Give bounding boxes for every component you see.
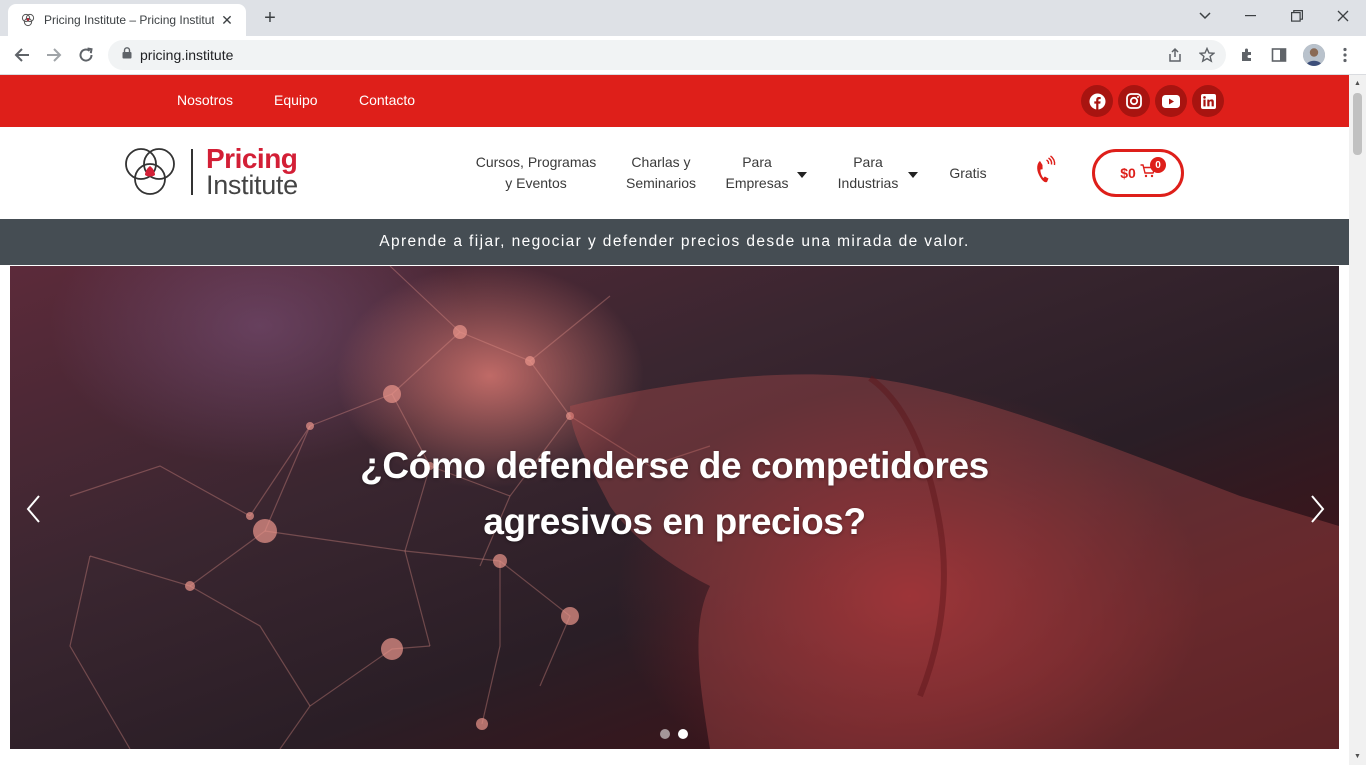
tab-title: Pricing Institute – Pricing Institute [44, 13, 214, 27]
menu-para-empresas[interactable]: Para Empresas [722, 152, 792, 194]
youtube-icon[interactable] [1155, 85, 1187, 117]
industrias-dropdown-icon[interactable] [908, 172, 918, 178]
side-panel-icon[interactable] [1269, 45, 1289, 65]
address-bar[interactable]: pricing.institute [108, 40, 1226, 70]
reload-button[interactable] [72, 41, 100, 69]
page-scrollbar[interactable]: ▲ ▼ [1349, 75, 1366, 765]
slider-next-arrow-icon[interactable] [1305, 491, 1329, 527]
menu-para-industrias[interactable]: Para Industrias [833, 152, 903, 194]
browser-tab[interactable]: Pricing Institute – Pricing Institute ✕ [8, 4, 246, 36]
menu-charlas[interactable]: Charlas y Seminarios [622, 152, 700, 194]
close-window-button[interactable] [1320, 0, 1366, 32]
logo-word-institute: Institute [206, 170, 298, 200]
cart-total: $0 [1120, 165, 1136, 181]
new-tab-button[interactable]: + [258, 6, 282, 30]
linkedin-icon[interactable] [1192, 85, 1224, 117]
tagline-bar: Aprende a fijar, negociar y defender pre… [0, 219, 1349, 265]
share-icon[interactable] [1166, 46, 1184, 64]
slider-prev-arrow-icon[interactable] [22, 491, 46, 527]
empresas-dropdown-icon[interactable] [797, 172, 807, 178]
url-text: pricing.institute [140, 47, 234, 63]
lock-icon[interactable] [122, 46, 132, 64]
site-logo[interactable]: Pricing Institute [122, 143, 322, 203]
extensions-icon[interactable] [1237, 45, 1257, 65]
tagline-text: Aprende a fijar, negociar y defender pre… [379, 233, 970, 250]
back-button[interactable] [8, 41, 36, 69]
slider-dot-2[interactable] [678, 729, 688, 739]
page-viewport: Nosotros Equipo Contacto Pricing Institu… [0, 75, 1349, 765]
top-bar: Nosotros Equipo Contacto [0, 75, 1349, 127]
hero-title: ¿Cómo defenderse de competidores agresiv… [360, 445, 989, 542]
scroll-down-icon[interactable]: ▼ [1353, 752, 1362, 761]
slider-dot-1[interactable] [660, 729, 670, 739]
scroll-thumb[interactable] [1353, 93, 1362, 155]
logo-divider [191, 149, 193, 195]
instagram-icon[interactable] [1118, 85, 1150, 117]
profile-avatar[interactable] [1303, 44, 1325, 66]
tab-search-icon[interactable] [1182, 0, 1228, 32]
cart-button[interactable]: $0 0 [1092, 149, 1184, 197]
hero-slider: ¿Cómo defenderse de competidores agresiv… [10, 266, 1339, 749]
scroll-up-icon[interactable]: ▲ [1353, 79, 1362, 88]
browser-toolbar: pricing.institute [0, 36, 1366, 75]
phone-icon[interactable] [1034, 155, 1058, 187]
browser-menu-icon[interactable] [1335, 45, 1355, 65]
nav-nosotros[interactable]: Nosotros [177, 92, 233, 108]
slider-dots [660, 729, 696, 739]
menu-gratis[interactable]: Gratis [944, 163, 992, 184]
facebook-icon[interactable] [1081, 85, 1113, 117]
menu-cursos[interactable]: Cursos, Programas y Eventos [474, 152, 598, 194]
site-favicon-icon [20, 12, 36, 28]
forward-button[interactable] [40, 41, 68, 69]
bookmark-star-icon[interactable] [1198, 46, 1216, 64]
logo-circles-icon [125, 148, 175, 195]
cart-count-badge: 0 [1150, 157, 1166, 173]
browser-tabstrip: Pricing Institute – Pricing Institute ✕ … [0, 0, 1366, 36]
tab-close-icon[interactable]: ✕ [218, 11, 236, 29]
minimize-button[interactable] [1228, 0, 1274, 32]
main-header: Pricing Institute Cursos, Programas y Ev… [0, 127, 1349, 219]
nav-contacto[interactable]: Contacto [359, 92, 415, 108]
nav-equipo[interactable]: Equipo [274, 92, 318, 108]
restore-button[interactable] [1274, 0, 1320, 32]
